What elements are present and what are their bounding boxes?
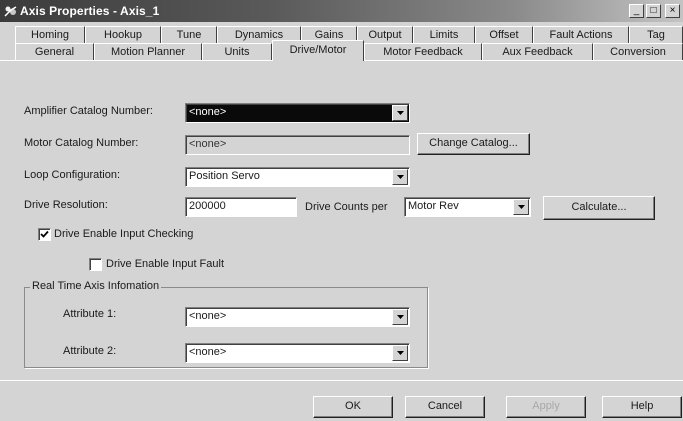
tab-row-front: General Motion Planner Units Drive/Motor…	[0, 40, 683, 61]
chevron-down-icon[interactable]	[392, 309, 408, 325]
ok-button[interactable]: OK	[313, 396, 393, 418]
loop-configuration-label: Loop Configuration:	[24, 169, 121, 181]
chevron-down-icon[interactable]	[513, 199, 529, 215]
tab-tune[interactable]: Tune	[161, 26, 217, 44]
tab-offset[interactable]: Offset	[475, 26, 533, 44]
drive-enable-input-fault-checkbox[interactable]	[89, 258, 102, 271]
title-bar: Axis Properties - Axis_1 _ □ ×	[0, 0, 683, 22]
checkmark-icon	[40, 230, 49, 238]
drive-counts-per-select[interactable]: Motor Rev	[404, 197, 531, 217]
amplifier-catalog-label: Amplifier Catalog Number:	[24, 105, 153, 117]
tab-limits[interactable]: Limits	[413, 26, 475, 44]
attribute1-label: Attribute 1:	[63, 308, 117, 320]
attribute2-label: Attribute 2:	[63, 345, 117, 357]
help-button[interactable]: Help	[602, 396, 682, 418]
drive-resolution-label: Drive Resolution:	[24, 199, 108, 211]
attribute2-select[interactable]: <none>	[185, 343, 410, 363]
minimize-button[interactable]: _	[629, 4, 644, 18]
tab-drive-motor[interactable]: Drive/Motor	[272, 40, 364, 61]
realtime-axis-group-title: Real Time Axis Infomation	[30, 280, 162, 292]
tab-output[interactable]: Output	[357, 26, 413, 44]
chevron-down-icon[interactable]	[392, 345, 408, 361]
tab-hookup[interactable]: Hookup	[85, 26, 161, 44]
maximize-button[interactable]: □	[646, 4, 661, 18]
tab-tag[interactable]: Tag	[629, 26, 683, 44]
attribute1-select[interactable]: <none>	[185, 307, 410, 327]
change-catalog-button[interactable]: Change Catalog...	[417, 133, 530, 155]
close-button[interactable]: ×	[665, 4, 680, 18]
motor-catalog-label: Motor Catalog Number:	[24, 137, 139, 149]
tab-homing[interactable]: Homing	[15, 26, 85, 44]
calculate-button[interactable]: Calculate...	[543, 196, 655, 220]
drive-counts-per-label: Drive Counts per	[305, 201, 388, 213]
axis-properties-icon	[4, 4, 18, 18]
drive-enable-input-checking-checkbox[interactable]	[38, 228, 51, 241]
window-title: Axis Properties - Axis_1	[20, 4, 160, 18]
attribute1-value: <none>	[189, 310, 227, 322]
chevron-down-icon[interactable]	[392, 105, 408, 121]
axis-properties-window: Axis Properties - Axis_1 _ □ × Homing Ho…	[0, 0, 683, 421]
tab-motion-planner[interactable]: Motion Planner	[94, 43, 202, 61]
motor-catalog-field: <none>	[185, 135, 410, 155]
amplifier-catalog-value: <none>	[189, 106, 227, 118]
tab-conversion[interactable]: Conversion	[593, 43, 683, 61]
attribute2-value: <none>	[189, 346, 227, 358]
cancel-button[interactable]: Cancel	[405, 396, 485, 418]
drive-resolution-input[interactable]: 200000	[185, 197, 297, 217]
tab-general[interactable]: General	[15, 43, 94, 61]
loop-configuration-value: Position Servo	[189, 170, 260, 182]
tab-fault-actions[interactable]: Fault Actions	[533, 26, 629, 44]
drive-counts-per-value: Motor Rev	[408, 200, 459, 212]
drive-enable-input-checking-label[interactable]: Drive Enable Input Checking	[54, 228, 193, 240]
loop-configuration-select[interactable]: Position Servo	[185, 167, 410, 187]
apply-button[interactable]: Apply	[506, 396, 586, 418]
chevron-down-icon[interactable]	[392, 169, 408, 185]
amplifier-catalog-select[interactable]: <none>	[185, 103, 410, 123]
tab-units[interactable]: Units	[202, 43, 272, 61]
tab-aux-feedback[interactable]: Aux Feedback	[482, 43, 593, 61]
drive-enable-input-fault-label[interactable]: Drive Enable Input Fault	[106, 258, 224, 270]
dialog-footer: OK Cancel Apply Help	[0, 380, 683, 421]
tab-motor-feedback[interactable]: Motor Feedback	[364, 43, 482, 61]
drive-motor-panel: Amplifier Catalog Number: <none> Motor C…	[0, 61, 683, 380]
